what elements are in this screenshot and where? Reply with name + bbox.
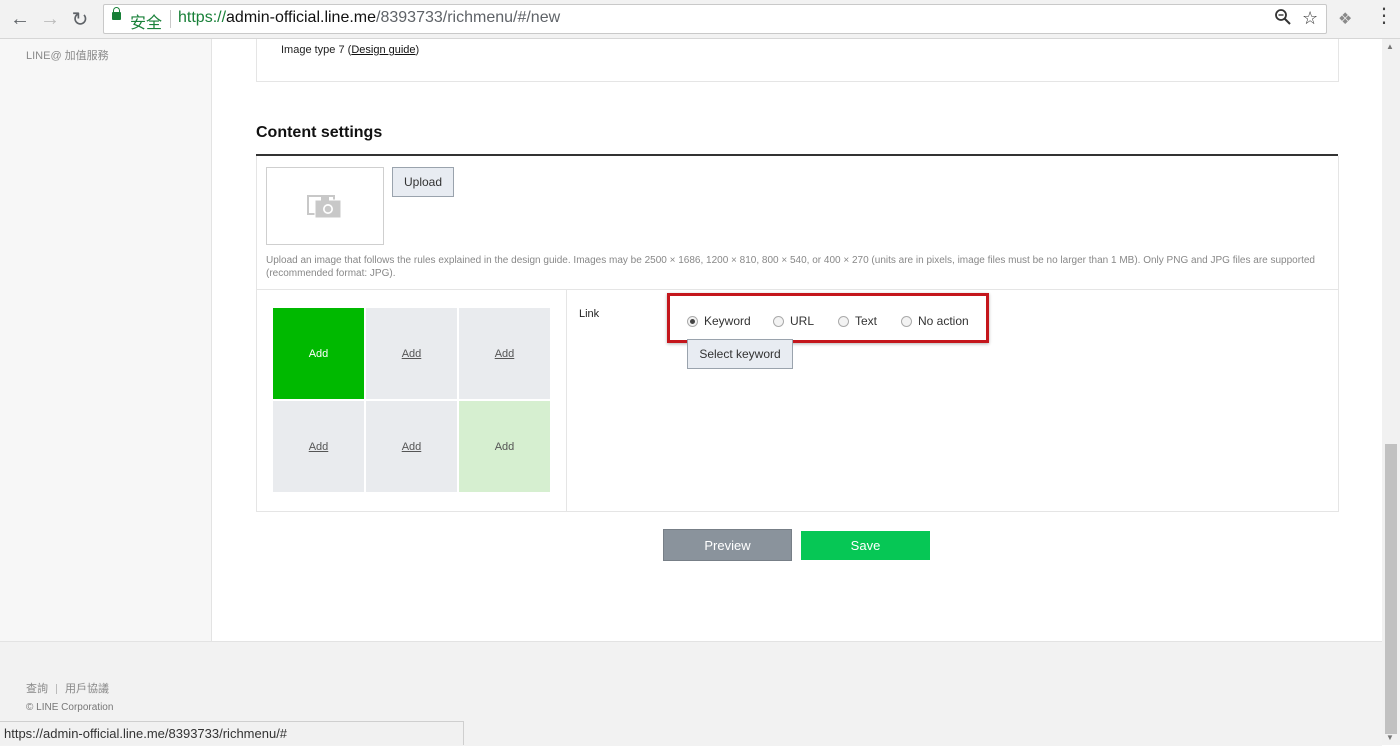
footer-link-inquiry[interactable]: 查詢: [26, 683, 48, 695]
bookmark-star-icon[interactable]: ☆: [1302, 8, 1318, 29]
preview-button[interactable]: Preview: [663, 529, 792, 561]
zoom-icon[interactable]: [1274, 8, 1292, 31]
dropbox-icon[interactable]: ❖: [1338, 9, 1352, 29]
tap-area-grid: Add Add Add Add Add Add: [273, 308, 550, 494]
link-label: Link: [579, 308, 600, 320]
copyright-text: © LINE Corporation: [26, 702, 114, 713]
content-settings-title: Content settings: [256, 124, 383, 141]
grid-cell-d[interactable]: Add: [273, 401, 364, 492]
radio-text[interactable]: Text: [838, 314, 877, 328]
url-text[interactable]: https://admin-official.line.me/8393733/r…: [178, 9, 560, 27]
vertical-scrollbar[interactable]: ▲ ▼: [1382, 39, 1400, 745]
scrollbar-thumb[interactable]: [1385, 444, 1397, 734]
footer-link-terms[interactable]: 用戶協議: [65, 683, 109, 695]
browser-toolbar: ← → ↻ 安全 https://admin-official.line.me/…: [0, 0, 1400, 39]
upload-button[interactable]: Upload: [392, 167, 454, 197]
radio-no-action[interactable]: No action: [901, 314, 969, 328]
reload-icon[interactable]: ↻: [68, 7, 92, 31]
image-type-text: Image type 7 (Design guide): [281, 44, 420, 56]
radio-keyword[interactable]: Keyword: [687, 314, 751, 328]
link-hover-status: https://admin-official.line.me/8393733/r…: [0, 721, 464, 745]
design-guide-link[interactable]: Design guide: [351, 44, 415, 56]
upload-instructions: Upload an image that follows the rules e…: [266, 255, 1315, 279]
footer-links: 查詢 用戶協議: [26, 680, 109, 696]
radio-unchecked-icon[interactable]: [773, 315, 784, 327]
address-bar[interactable]: 安全 https://admin-official.line.me/839373…: [103, 4, 1327, 34]
omnibox-separator: [170, 10, 171, 28]
back-arrow-icon[interactable]: ←: [8, 7, 32, 31]
camera-icon: [307, 195, 342, 219]
radio-unchecked-icon[interactable]: [901, 315, 912, 327]
secure-label: 安全: [130, 15, 163, 32]
grid-cell-c[interactable]: Add: [459, 308, 550, 399]
scroll-up-arrow-icon[interactable]: ▲: [1386, 42, 1394, 51]
lock-icon: [112, 7, 121, 20]
grid-cell-e[interactable]: Add: [366, 401, 457, 492]
grid-cell-b[interactable]: Add: [366, 308, 457, 399]
sidebar: LINE@ 加值服務: [0, 39, 212, 641]
radio-url[interactable]: URL: [773, 314, 814, 328]
content-settings-panel: Upload Upload an image that follows the …: [256, 156, 1339, 512]
browser-menu-icon[interactable]: ⋮: [1374, 6, 1394, 26]
image-preview-placeholder: [266, 167, 384, 245]
grid-cell-a[interactable]: Add: [273, 308, 364, 399]
sidebar-item-line-services[interactable]: LINE@ 加值服務: [26, 47, 109, 63]
footer-link-divider: [56, 684, 57, 695]
link-type-radio-group: Keyword URL Text No action: [667, 293, 989, 343]
horizontal-divider: [257, 289, 1338, 290]
vertical-divider: [566, 290, 567, 511]
save-button[interactable]: Save: [801, 531, 930, 560]
radio-unchecked-icon[interactable]: [838, 315, 849, 327]
design-panel: Image type 7 (Design guide): [256, 39, 1339, 82]
grid-cell-f[interactable]: Add: [459, 401, 550, 492]
forward-arrow-icon[interactable]: →: [38, 7, 62, 31]
radio-checked-icon[interactable]: [687, 315, 698, 327]
scroll-down-arrow-icon[interactable]: ▼: [1386, 733, 1394, 742]
select-keyword-button[interactable]: Select keyword: [687, 339, 793, 369]
